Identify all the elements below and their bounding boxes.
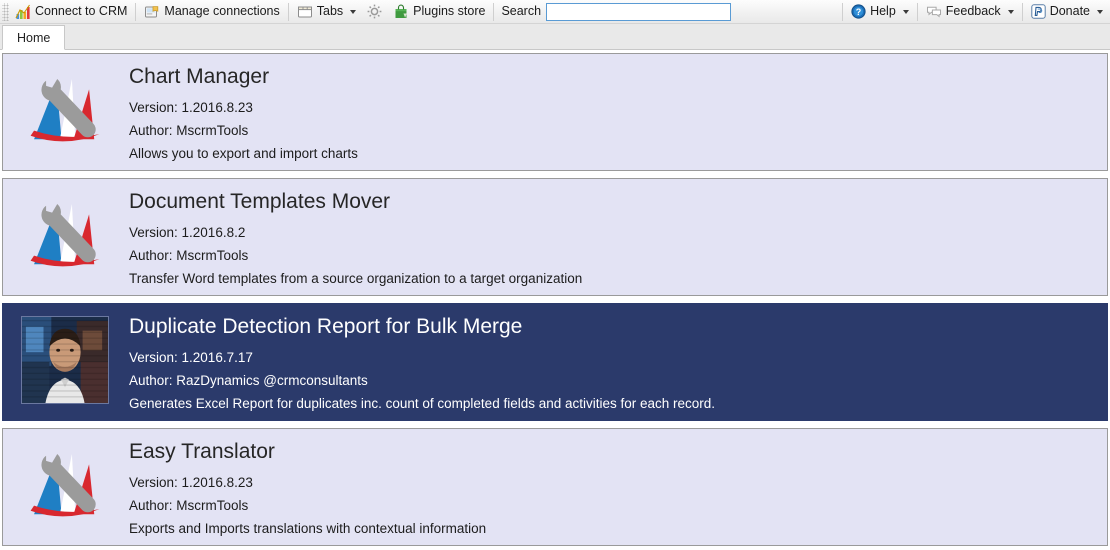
connect-to-crm-label: Connect to CRM <box>35 4 128 19</box>
svg-text:?: ? <box>856 7 862 17</box>
search-input[interactable] <box>546 2 732 21</box>
plugin-icon <box>17 310 113 410</box>
help-label: Help <box>870 4 896 19</box>
feedback-button[interactable]: Feedback <box>921 1 1019 23</box>
donate-button[interactable]: Donate <box>1026 1 1108 23</box>
chevron-down-icon[interactable] <box>350 9 357 14</box>
plugin-icon <box>17 435 113 535</box>
plugin-icon <box>17 60 113 160</box>
manage-connections-button[interactable]: Manage connections <box>139 1 284 23</box>
chevron-down-icon[interactable] <box>1097 9 1103 14</box>
toolbar-separator <box>1021 2 1023 21</box>
donate-label: Donate <box>1049 4 1090 19</box>
plugin-description: Transfer Word templates from a source or… <box>129 271 583 287</box>
plugin-title: Document Templates Mover <box>129 190 391 213</box>
chevron-down-icon[interactable] <box>902 9 909 14</box>
mscrmtools-wrench-flag-icon <box>30 454 100 517</box>
author-photo-avatar <box>21 316 109 404</box>
paypal-icon <box>1030 4 1046 19</box>
connect-to-crm-button[interactable]: Connect to CRM <box>10 1 132 23</box>
plugin-title: Chart Manager <box>129 65 270 88</box>
plugin-version: Version: 1.2016.8.2 <box>129 224 246 240</box>
manage-connections-icon <box>145 5 159 17</box>
plugin-version: Version: 1.2016.8.23 <box>129 474 253 490</box>
plugin-author: Author: MscrmTools <box>129 497 249 513</box>
toolbar-separator <box>135 2 137 21</box>
plugin-icon <box>17 185 113 285</box>
plugin-info: Duplicate Detection Report for Bulk Merg… <box>129 310 715 415</box>
plugin-description: Exports and Imports translations with co… <box>129 521 487 537</box>
plugin-description: Allows you to export and import charts <box>129 146 358 162</box>
main-toolbar: Connect to CRM Manage connections Tabs P… <box>0 0 1110 24</box>
toolbar-separator <box>916 2 918 21</box>
plugin-author: Author: RazDynamics @crmconsultants <box>129 372 368 388</box>
gear-icon <box>367 4 382 19</box>
speech-bubbles-icon <box>926 6 941 18</box>
search-label: Search <box>501 4 542 19</box>
plugin-card[interactable]: Duplicate Detection Report for Bulk Merg… <box>2 303 1108 421</box>
plugins-store-button[interactable]: Plugins store <box>388 1 490 23</box>
toolbar-separator <box>287 2 289 21</box>
manage-connections-label: Manage connections <box>164 4 280 19</box>
shopping-bag-icon <box>395 4 407 18</box>
mscrmtools-wrench-flag-icon <box>30 79 100 142</box>
tabs-dropdown-button[interactable]: Tabs <box>292 1 361 23</box>
toolbar-drag-grip[interactable] <box>2 2 9 21</box>
chart-bars-icon <box>15 4 30 19</box>
plugin-info: Document Templates Mover Version: 1.2016… <box>129 185 582 290</box>
mscrmtools-wrench-flag-icon <box>30 204 100 267</box>
plugin-card[interactable]: Easy Translator Version: 1.2016.8.23 Aut… <box>2 428 1108 546</box>
plugins-store-label: Plugins store <box>413 4 486 19</box>
plugin-author: Author: MscrmTools <box>129 122 249 138</box>
plugin-info: Chart Manager Version: 1.2016.8.23 Autho… <box>129 60 358 165</box>
window-tabs-icon <box>297 6 312 17</box>
toolbar-separator <box>493 2 495 21</box>
search-area: Search <box>497 2 732 21</box>
toolbar-separator <box>842 2 844 21</box>
toolbar-right-group: ? Help Feedback Donate <box>839 1 1108 23</box>
plugin-description: Generates Excel Report for duplicates in… <box>129 396 716 412</box>
tab-home-label: Home <box>17 30 51 45</box>
plugin-list[interactable]: Chart Manager Version: 1.2016.8.23 Autho… <box>0 50 1110 550</box>
plugin-version: Version: 1.2016.7.17 <box>129 349 253 365</box>
plugin-info: Easy Translator Version: 1.2016.8.23 Aut… <box>129 435 486 540</box>
plugin-card[interactable]: Document Templates Mover Version: 1.2016… <box>2 178 1108 296</box>
tab-strip: Home <box>0 24 1110 50</box>
tabs-label: Tabs <box>316 4 344 19</box>
author-photo-graphic <box>22 317 108 403</box>
plugin-author: Author: MscrmTools <box>129 247 249 263</box>
plugin-title: Duplicate Detection Report for Bulk Merg… <box>129 315 523 338</box>
plugin-card[interactable]: Chart Manager Version: 1.2016.8.23 Autho… <box>2 53 1108 171</box>
feedback-label: Feedback <box>945 4 1001 19</box>
help-circle-icon: ? <box>851 4 866 19</box>
help-button[interactable]: ? Help <box>846 1 914 23</box>
tab-home[interactable]: Home <box>2 25 66 50</box>
settings-button[interactable] <box>361 1 388 23</box>
chevron-down-icon[interactable] <box>1007 9 1014 14</box>
plugin-title: Easy Translator <box>129 440 275 463</box>
plugin-version: Version: 1.2016.8.23 <box>129 99 253 115</box>
